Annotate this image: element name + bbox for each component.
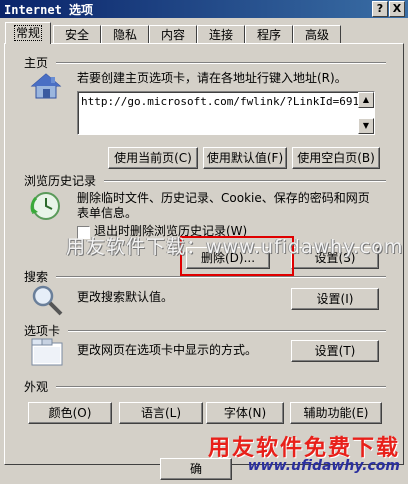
watermark-url: www.ufidawhy.com xyxy=(247,458,400,474)
search-settings-button[interactable]: 设置(I) xyxy=(291,288,379,310)
use-blank-button[interactable]: 使用空白页(B) xyxy=(292,147,380,169)
scroll-up-icon[interactable]: ▲ xyxy=(358,92,374,108)
magnifier-icon xyxy=(32,285,63,316)
title-bar: Internet 选项 ? X xyxy=(0,0,408,18)
history-description-line2: 表单信息。 xyxy=(77,206,138,220)
languages-button[interactable]: 语言(L) xyxy=(119,402,203,424)
accessibility-button[interactable]: 辅助功能(E) xyxy=(290,402,382,424)
home-divider xyxy=(56,62,386,64)
search-description: 更改搜索默认值。 xyxy=(77,290,174,304)
window-title: Internet 选项 xyxy=(4,3,94,17)
tabs-divider xyxy=(68,330,386,332)
tab-general[interactable]: 常规 xyxy=(5,22,51,44)
history-group-label: 浏览历史记录 xyxy=(24,174,97,188)
tabs-description: 更改网页在选项卡中显示的方式。 xyxy=(77,343,258,357)
tab-security[interactable]: 安全 xyxy=(53,25,101,44)
appearance-group-label: 外观 xyxy=(24,380,49,394)
tab-general-label: 常规 xyxy=(13,25,42,41)
colors-button[interactable]: 颜色(O) xyxy=(28,402,112,424)
tab-connections[interactable]: 连接 xyxy=(197,25,245,44)
home-description: 若要创建主页选项卡，请在各地址行键入地址(R)。 xyxy=(77,71,347,85)
tabs-window-icon xyxy=(31,338,63,366)
help-button[interactable]: ? xyxy=(372,1,388,17)
tab-programs[interactable]: 程序 xyxy=(245,25,293,44)
close-button[interactable]: X xyxy=(389,1,405,17)
tabs-settings-button[interactable]: 设置(T) xyxy=(291,340,379,362)
tab-advanced[interactable]: 高级 xyxy=(293,25,341,44)
scroll-down-icon[interactable]: ▼ xyxy=(358,118,374,134)
fonts-button[interactable]: 字体(N) xyxy=(206,402,284,424)
search-divider xyxy=(56,276,386,278)
home-group-label: 主页 xyxy=(24,56,49,70)
tab-content[interactable]: 内容 xyxy=(149,25,197,44)
tab-privacy[interactable]: 隐私 xyxy=(101,25,149,44)
history-clock-icon xyxy=(30,192,60,220)
home-url-field[interactable]: http://go.microsoft.com/fwlink/?LinkId=6… xyxy=(77,91,375,135)
house-icon xyxy=(30,73,62,99)
history-description-line1: 删除临时文件、历史记录、Cookie、保存的密码和网页 xyxy=(77,191,370,205)
use-default-button[interactable]: 使用默认值(F) xyxy=(203,147,287,169)
appearance-divider xyxy=(56,386,386,388)
use-current-button[interactable]: 使用当前页(C) xyxy=(108,147,198,169)
watermark-mid: 用友软件下载：www.ufidawhy.com xyxy=(66,236,404,258)
home-url-value: http://go.microsoft.com/fwlink/?LinkId=6… xyxy=(81,95,373,108)
history-divider xyxy=(104,180,386,182)
